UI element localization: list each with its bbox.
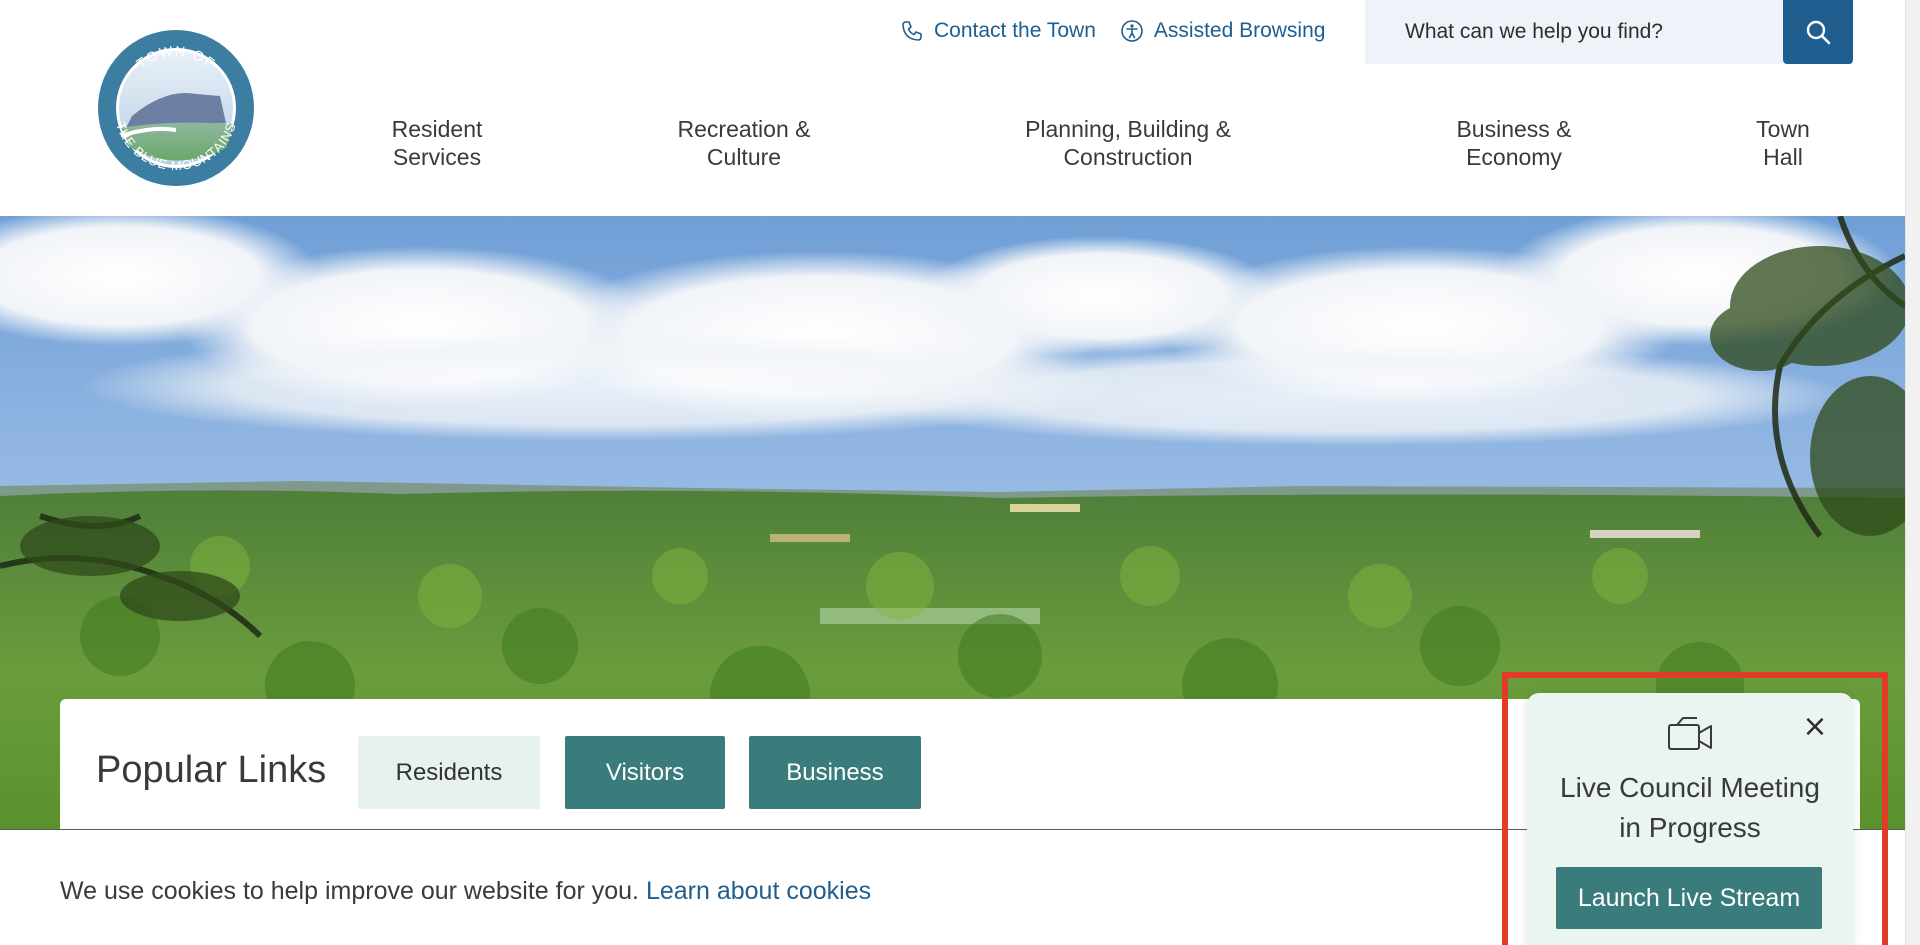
nav-label-line1: Recreation &	[677, 116, 811, 142]
nav-label-line2: Construction	[1063, 144, 1193, 170]
nav-recreation-culture[interactable]: Recreation & Culture	[678, 115, 811, 171]
residents-button[interactable]: Residents	[358, 736, 540, 809]
nav-label-line1: Town	[1756, 116, 1810, 142]
contact-town-label: Contact the Town	[934, 19, 1096, 42]
search-input[interactable]	[1365, 0, 1783, 64]
live-meeting-title: Live Council Meeting in Progress	[1560, 772, 1820, 843]
nav-town-hall[interactable]: Town Hall	[1756, 115, 1810, 171]
assisted-browsing-label: Assisted Browsing	[1153, 19, 1326, 42]
learn-about-cookies-link[interactable]: Learn about cookies	[646, 877, 871, 905]
popular-links-title: Popular Links	[96, 749, 327, 791]
cookie-notice-text: We use cookies to help improve our websi…	[60, 877, 639, 905]
logo-emblem: TOWN OF THE BLUE MOUNTAINS	[98, 30, 254, 186]
nav-label-line1: Business &	[1456, 116, 1572, 142]
page-scrollbar[interactable]	[1905, 0, 1920, 945]
cookie-notice: We use cookies to help improve our websi…	[60, 877, 871, 906]
phone-icon	[902, 21, 922, 41]
nav-planning-building[interactable]: Planning, Building & Construction	[1025, 115, 1231, 171]
nav-label-line1: Resident	[391, 116, 483, 142]
utility-links: Contact the Town Assisted Browsing	[900, 0, 1349, 62]
nav-business-economy[interactable]: Business & Economy	[1456, 115, 1571, 171]
town-logo[interactable]: TOWN OF THE BLUE MOUNTAINS	[96, 28, 256, 188]
business-button[interactable]: Business	[749, 736, 921, 809]
launch-live-stream-button[interactable]: Launch Live Stream	[1556, 867, 1822, 929]
site-header: TOWN OF THE BLUE MOUNTAINS Contact the T…	[0, 0, 1905, 216]
search-icon	[1806, 20, 1831, 45]
nav-label-line2: Hall	[1763, 144, 1803, 170]
nav-label-line2: Economy	[1466, 144, 1562, 170]
accessibility-icon	[1121, 20, 1143, 42]
search-button[interactable]	[1783, 0, 1853, 64]
live-council-popup: × Live Council Meeting in Progress Launc…	[1527, 693, 1853, 945]
assisted-browsing-link[interactable]: Assisted Browsing	[1120, 19, 1326, 43]
contact-town-link[interactable]: Contact the Town	[900, 19, 1096, 43]
visitors-button[interactable]: Visitors	[565, 736, 725, 809]
nav-resident-services[interactable]: Resident Services	[392, 115, 483, 171]
nav-label-line2: Services	[392, 144, 482, 170]
video-camera-icon	[1668, 717, 1712, 750]
close-icon[interactable]: ×	[1801, 712, 1829, 742]
nav-label-line1: Planning, Building &	[1025, 116, 1231, 142]
nav-label-line2: Culture	[706, 144, 782, 170]
